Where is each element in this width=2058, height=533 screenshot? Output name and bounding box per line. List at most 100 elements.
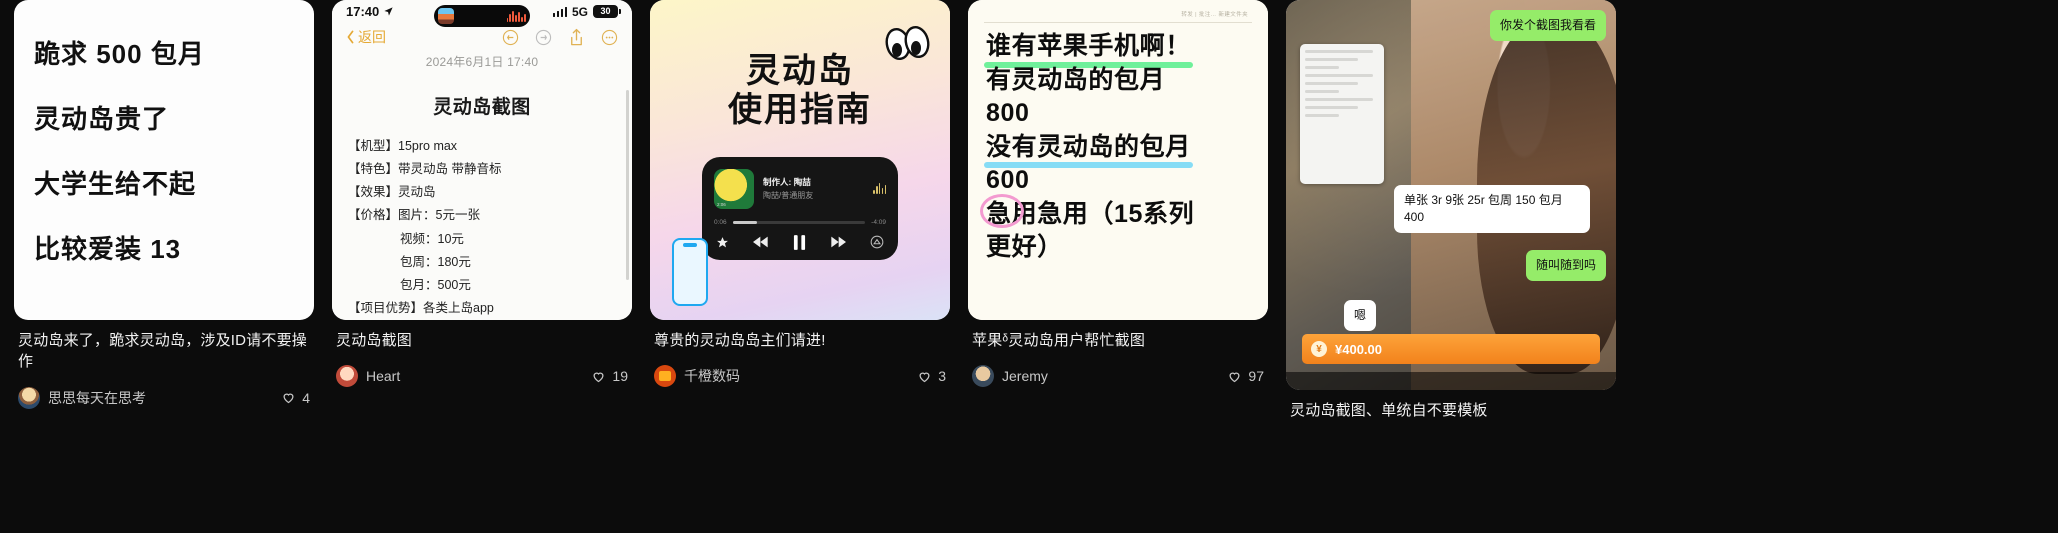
- heart-icon[interactable]: [1227, 369, 1242, 384]
- network-label: 5G: [571, 4, 588, 19]
- note-line: 有灵动岛的包月: [986, 65, 1166, 94]
- card-media-poster[interactable]: 灵动岛 使用指南 2:06 制作人: 陶喆 陶喆/普通朋友 0:06 -4:09: [650, 0, 950, 320]
- author-name[interactable]: Jeremy: [1002, 368, 1227, 384]
- like-group[interactable]: 97: [1227, 368, 1264, 384]
- note-line: 大学生给不起: [34, 169, 197, 199]
- card-meta: 灵动岛截图 Heart 19: [332, 320, 632, 388]
- back-button[interactable]: 返回: [346, 27, 386, 47]
- card-meta: 灵动岛来了，跪求灵动岛，涉及ID请不要操作 思思每天在思考 4: [14, 320, 314, 409]
- airplay-icon[interactable]: [870, 235, 884, 249]
- card-caption[interactable]: 苹果ᵟ灵动岛用户帮忙截图: [972, 330, 1264, 351]
- avatar[interactable]: [972, 365, 994, 388]
- more-icon[interactable]: [601, 29, 618, 46]
- ios-status-bar: 17:40 5G 30: [332, 0, 632, 27]
- avatar[interactable]: [654, 365, 676, 388]
- note-line: 600: [986, 166, 1030, 194]
- thumb-line: [1305, 50, 1374, 53]
- author-name[interactable]: 千橙数码: [684, 366, 917, 386]
- feed-card-note-plea[interactable]: 跪求 500 包月 灵动岛贵了 大学生给不起 比较爱装 13 灵动岛来了，跪求灵…: [14, 0, 314, 533]
- progress-track[interactable]: [732, 221, 866, 224]
- feed-card-note-ask[interactable]: 转发 | 批注… 新建文件夹 谁有苹果手机啊！ 有灵动岛的包月 800 没有灵动…: [968, 0, 1268, 533]
- card-byline: 思思每天在思考 4: [18, 386, 310, 409]
- note-line: 急用急用（15系列: [980, 193, 1194, 232]
- note-line: 谁有苹果手机啊！: [984, 30, 1193, 67]
- highlight-green: 谁有苹果手机啊！: [984, 30, 1193, 67]
- payment-amount: ¥400.00: [1335, 341, 1382, 357]
- back-label: 返回: [358, 29, 386, 46]
- author-name[interactable]: Heart: [366, 368, 591, 384]
- spec-row: 【价格】图片：5元一张: [348, 208, 480, 223]
- music-player-widget[interactable]: 2:06 制作人: 陶喆 陶喆/普通朋友 0:06 -4:09: [702, 156, 898, 260]
- chat-bubble-outgoing[interactable]: 随叫随到吗: [1525, 250, 1606, 281]
- card-media-note-ask[interactable]: 转发 | 批注… 新建文件夹 谁有苹果手机啊！ 有灵动岛的包月 800 没有灵动…: [968, 0, 1268, 320]
- poster-title-line1: 灵动岛: [746, 52, 854, 90]
- card-media-note[interactable]: 跪求 500 包月 灵动岛贵了 大学生给不起 比较爱装 13: [14, 0, 314, 320]
- heart-icon[interactable]: [917, 369, 932, 384]
- note-line: 800: [986, 99, 1030, 127]
- battery-icon: 30: [593, 5, 621, 19]
- payment-bar[interactable]: ¥ ¥400.00: [1302, 334, 1600, 364]
- card-caption[interactable]: 灵动岛来了，跪求灵动岛，涉及ID请不要操作: [18, 330, 310, 373]
- ios-nav-bar: 返回: [332, 24, 632, 51]
- spec-row: 视频：10元: [400, 231, 464, 246]
- feed-card-chat-deal[interactable]: 你发个截图我看看 单张 3r 9张 25r 包周 150 包月 400 随叫随到…: [1286, 0, 1616, 533]
- like-group[interactable]: 3: [917, 368, 946, 384]
- avatar[interactable]: [18, 386, 40, 409]
- author-name[interactable]: 思思每天在思考: [48, 388, 281, 408]
- currency-coin-icon: ¥: [1311, 341, 1327, 357]
- card-caption[interactable]: 尊贵的灵动岛岛主们请进!: [654, 330, 946, 351]
- eyes-icon: [885, 26, 930, 60]
- undo-icon[interactable]: [502, 29, 519, 46]
- pause-icon[interactable]: [793, 234, 806, 250]
- card-meta: 尊贵的灵动岛岛主们请进! 千橙数码 3: [650, 320, 950, 388]
- note-header-text: 转发 | 批注… 新建文件夹: [1181, 12, 1248, 18]
- previous-icon[interactable]: [753, 236, 769, 248]
- spec-row: 【项目优势】各类上岛app: [348, 300, 494, 315]
- thumb-line: [1305, 58, 1359, 61]
- card-meta: 灵动岛截图、单统自不要模板: [1286, 390, 1616, 421]
- feed-card-ios-screenshot[interactable]: 17:40 5G 30 返回 2024年6月1日 17:40 灵动岛截图 【机型…: [332, 0, 632, 533]
- next-icon[interactable]: [830, 236, 846, 248]
- album-art-caption: 2:06: [717, 201, 726, 207]
- like-count: 3: [938, 368, 946, 385]
- progress-row[interactable]: 0:06 -4:09: [714, 219, 886, 226]
- like-group[interactable]: 19: [591, 368, 628, 384]
- card-media-ios[interactable]: 17:40 5G 30 返回 2024年6月1日 17:40 灵动岛截图 【机型…: [332, 0, 632, 320]
- chat-bubble-incoming[interactable]: 嗯: [1344, 300, 1377, 331]
- spec-row: 【特色】带灵动岛 带静音标: [348, 162, 502, 177]
- star-icon[interactable]: [716, 236, 729, 249]
- spec-list: 【机型】15pro max 【特色】带灵动岛 带静音标 【效果】灵动岛 【价格】…: [348, 135, 616, 320]
- note-line: 没有灵动岛的包月: [984, 131, 1193, 168]
- card-byline: Heart 19: [336, 365, 628, 388]
- elapsed-time: 0:06: [714, 218, 727, 226]
- chat-screenshot: 你发个截图我看看 单张 3r 9张 25r 包周 150 包月 400 随叫随到…: [1286, 0, 1616, 390]
- document-date: 2024年6月1日 17:40: [425, 55, 539, 69]
- ios-screenshot: 17:40 5G 30 返回 2024年6月1日 17:40 灵动岛截图 【机型…: [332, 0, 632, 320]
- chat-bubble-outgoing[interactable]: 你发个截图我看看: [1489, 10, 1606, 41]
- chat-bubble-incoming[interactable]: 单张 3r 9张 25r 包周 150 包月 400: [1394, 185, 1590, 233]
- redo-icon[interactable]: [535, 29, 552, 46]
- note-line: 更好）: [986, 233, 1063, 261]
- share-icon[interactable]: [568, 28, 585, 47]
- cream-note: 转发 | 批注… 新建文件夹 谁有苹果手机啊！ 有灵动岛的包月 800 没有灵动…: [968, 0, 1268, 320]
- waterfall-feed: 跪求 500 包月 灵动岛贵了 大学生给不起 比较爱装 13 灵动岛来了，跪求灵…: [0, 0, 2058, 533]
- card-caption[interactable]: 灵动岛截图、单统自不要模板: [1290, 400, 1612, 421]
- spec-row: 包周：180元: [400, 254, 471, 269]
- equalizer-icon: [873, 183, 886, 195]
- avatar[interactable]: [336, 365, 358, 388]
- like-count: 97: [1248, 368, 1264, 385]
- document-title: 灵动岛截图: [433, 97, 531, 118]
- scrollbar[interactable]: [626, 90, 629, 280]
- remaining-time: -4:09: [871, 218, 886, 226]
- feed-card-poster-guide[interactable]: 灵动岛 使用指南 2:06 制作人: 陶喆 陶喆/普通朋友 0:06 -4:09…: [650, 0, 950, 533]
- like-group[interactable]: 4: [281, 390, 310, 406]
- like-count: 19: [612, 368, 628, 385]
- heart-icon[interactable]: [591, 369, 606, 384]
- card-caption[interactable]: 灵动岛截图: [336, 330, 628, 351]
- thumb-line: [1305, 74, 1374, 77]
- signal-icon: [552, 6, 567, 17]
- card-media-chat[interactable]: 你发个截图我看看 单张 3r 9张 25r 包周 150 包月 400 随叫随到…: [1286, 0, 1616, 390]
- heart-icon[interactable]: [281, 390, 296, 405]
- shared-screenshot-thumb[interactable]: [1300, 44, 1384, 184]
- thumb-line: [1305, 106, 1359, 109]
